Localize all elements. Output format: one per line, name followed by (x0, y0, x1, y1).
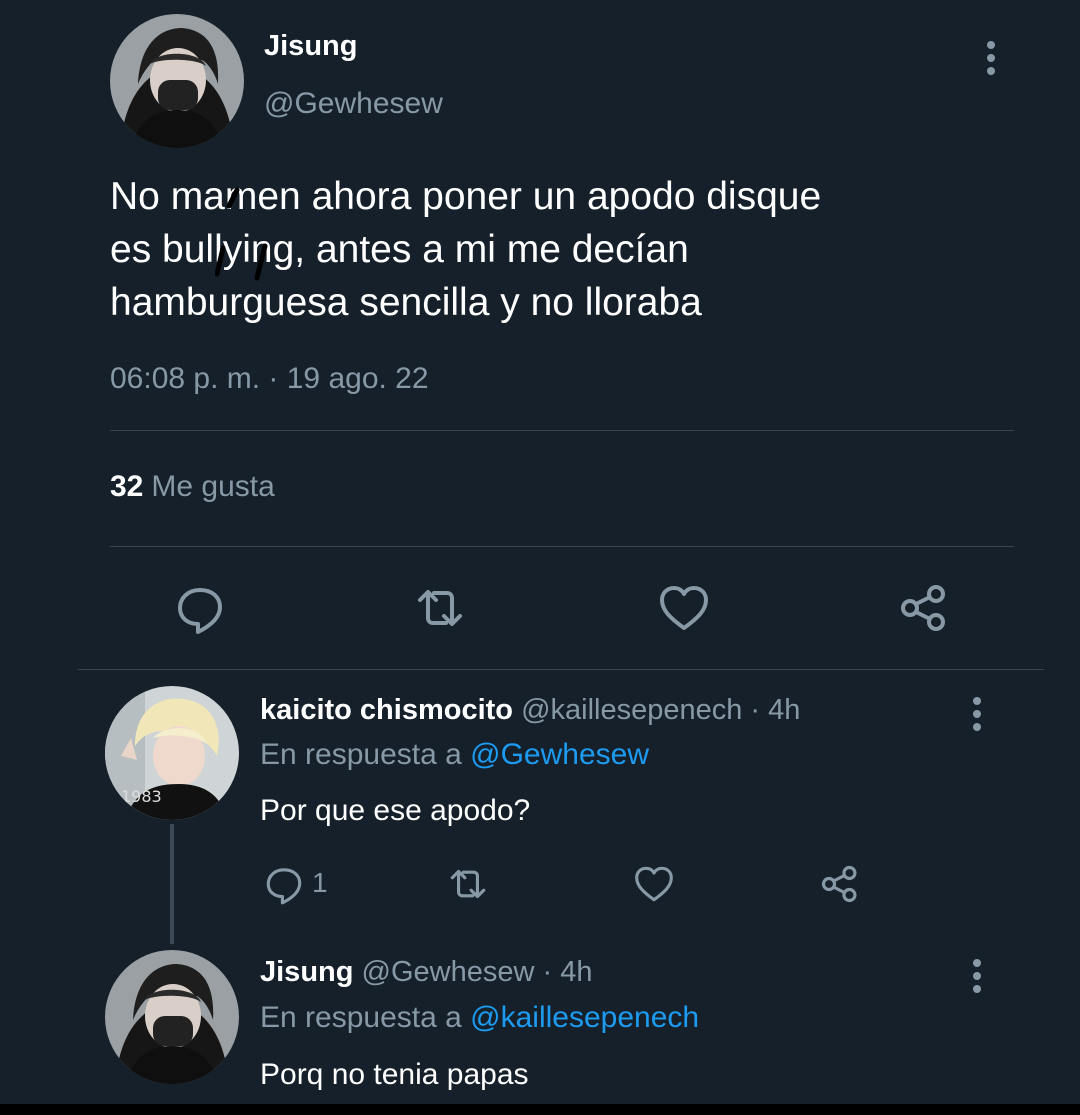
heart-icon[interactable] (656, 580, 712, 636)
thread-line (170, 824, 174, 944)
reply-author-name[interactable]: Jisung (260, 956, 353, 988)
author-name[interactable]: Jisung (264, 30, 357, 63)
more-vertical-icon[interactable] (976, 38, 1006, 78)
scribble-mark-icon (215, 187, 268, 281)
reply-author-name[interactable]: kaicito chismocito (260, 694, 513, 726)
more-vertical-icon[interactable] (962, 694, 992, 734)
reply-author-avatar[interactable]: 1983 (105, 686, 239, 820)
reply-icon[interactable] (172, 580, 228, 636)
reply-header: Jisung @Gewhesew · 4h (260, 956, 592, 989)
more-vertical-icon[interactable] (962, 956, 992, 996)
likes-summary[interactable]: 32 Me gusta (110, 470, 275, 504)
reply-text: Por que ese apodo? (260, 794, 531, 827)
heart-icon[interactable] (632, 862, 676, 906)
divider (78, 669, 1044, 670)
reply-text: Porq no tenia papas (260, 1058, 529, 1091)
svg-text:1983: 1983 (121, 787, 162, 806)
divider (110, 546, 1014, 547)
reply-author-meta[interactable]: @kaillesepenech · 4h (521, 694, 800, 726)
reply-author-avatar[interactable] (105, 950, 239, 1084)
reply-prefix: En respuesta a (260, 1001, 462, 1034)
reply-count: 1 (312, 867, 328, 898)
reply-mention-link[interactable]: @kaillesepenech (470, 1001, 699, 1034)
reply-header: kaicito chismocito @kaillesepenech · 4h (260, 694, 800, 727)
retweet-icon[interactable] (446, 862, 490, 906)
author-handle[interactable]: @Gewhesew (264, 87, 443, 121)
share-icon[interactable] (818, 862, 862, 906)
reply-author-meta[interactable]: @Gewhesew · 4h (362, 956, 593, 988)
reply-prefix: En respuesta a (260, 738, 462, 771)
reply-context: En respuesta a @Gewhesew (260, 738, 649, 772)
author-avatar[interactable] (110, 14, 244, 148)
share-icon[interactable] (896, 580, 952, 636)
bottom-edge (0, 1104, 1080, 1115)
likes-count: 32 (110, 470, 144, 503)
retweet-icon[interactable] (412, 580, 468, 636)
likes-label: Me gusta (151, 470, 275, 503)
divider (110, 430, 1014, 431)
tweet-timestamp[interactable]: 06:08 p. m. · 19 ago. 22 (110, 362, 429, 396)
reply-context: En respuesta a @kaillesepenech (260, 1001, 699, 1035)
reply-icon[interactable] (262, 862, 306, 906)
reply-mention-link[interactable]: @Gewhesew (470, 738, 649, 771)
